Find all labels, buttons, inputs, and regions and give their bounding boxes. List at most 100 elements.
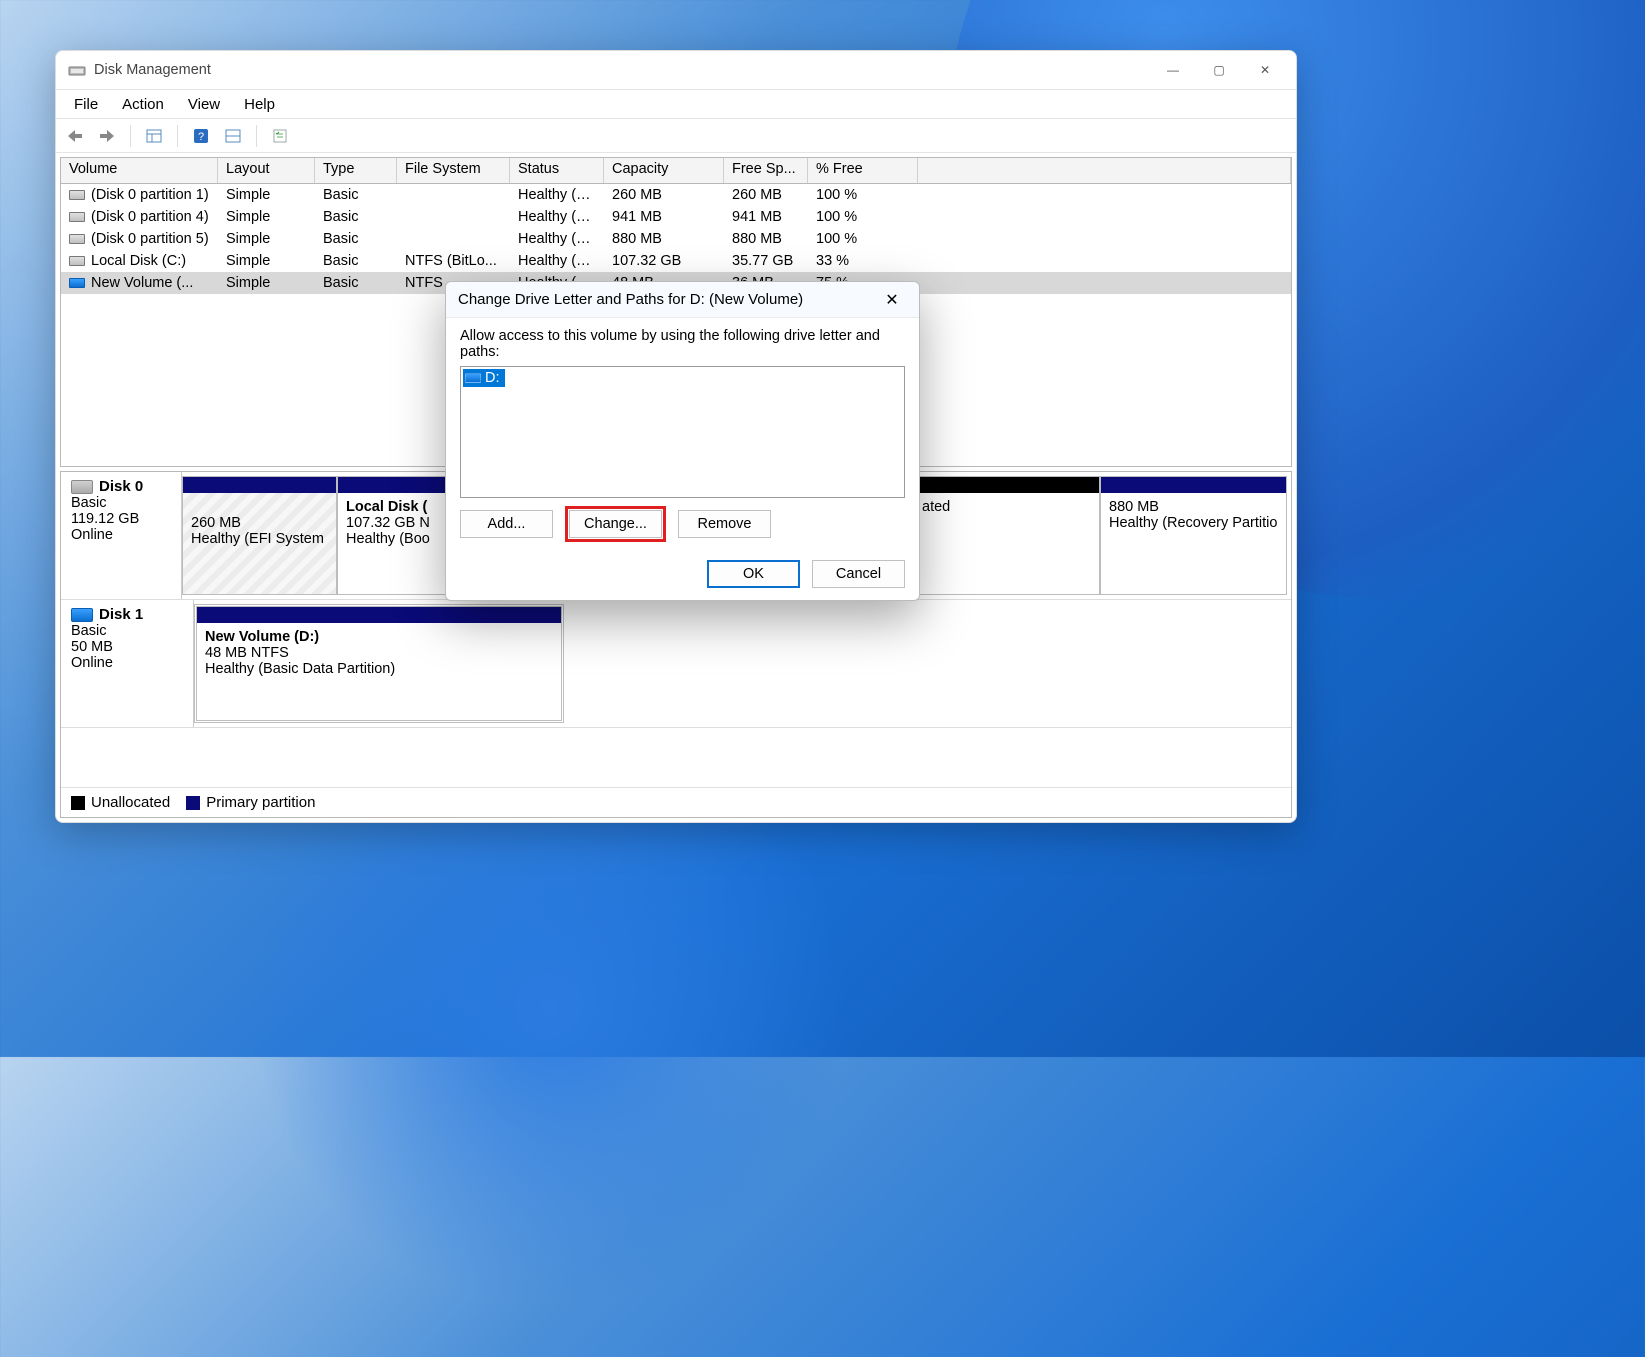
cell: Simple [218, 208, 315, 226]
partition-body: New Volume (D:)48 MB NTFSHealthy (Basic … [197, 623, 561, 720]
disk-status: Online [71, 655, 183, 671]
menu-view[interactable]: View [176, 92, 232, 117]
drive-letter-list[interactable]: D: [460, 366, 905, 498]
cell: Basic [315, 186, 397, 204]
col-layout[interactable]: Layout [218, 158, 315, 183]
cell: Simple [218, 252, 315, 270]
add-button[interactable]: Add... [460, 510, 553, 538]
partition-body: ated [914, 493, 1099, 594]
cell: Basic [315, 208, 397, 226]
partition-header-bar [914, 477, 1099, 493]
col-status[interactable]: Status [510, 158, 604, 183]
volume-row[interactable]: Local Disk (C:)SimpleBasicNTFS (BitLo...… [61, 250, 1291, 272]
titlebar[interactable]: Disk Management — ▢ ✕ [56, 51, 1296, 89]
cell: 941 MB [604, 208, 724, 226]
partition[interactable]: New Volume (D:)48 MB NTFSHealthy (Basic … [194, 604, 564, 723]
partition-body: 260 MBHealthy (EFI System [183, 493, 336, 594]
cell: Simple [218, 274, 315, 292]
cell: Healthy (R... [510, 208, 604, 226]
drive-icon [465, 373, 481, 383]
menubar: File Action View Help [56, 89, 1296, 119]
col-type[interactable]: Type [315, 158, 397, 183]
partition[interactable]: 880 MBHealthy (Recovery Partitio [1100, 476, 1287, 595]
drive-letter-item-selected[interactable]: D: [463, 369, 505, 387]
volume-row[interactable]: (Disk 0 partition 4)SimpleBasic Healthy (… [61, 206, 1291, 228]
menu-action[interactable]: Action [110, 92, 176, 117]
partition-body: 880 MBHealthy (Recovery Partitio [1101, 493, 1286, 594]
partition[interactable]: 260 MBHealthy (EFI System [182, 476, 337, 595]
disk-name: Disk 0 [99, 478, 143, 495]
cell: (Disk 0 partition 5) [61, 230, 218, 248]
cell: 880 MB [724, 230, 808, 248]
col-filesystem[interactable]: File System [397, 158, 510, 183]
disk-info-0: Disk 0 Basic 119.12 GB Online [61, 472, 182, 599]
menu-file[interactable]: File [62, 92, 110, 117]
disk-info-1: Disk 1 Basic 50 MB Online [61, 600, 194, 727]
ok-button[interactable]: OK [707, 560, 800, 588]
cell: 33 % [808, 252, 918, 270]
partition-header-bar [1101, 477, 1286, 493]
dialog-titlebar[interactable]: Change Drive Letter and Paths for D: (Ne… [446, 282, 919, 318]
legend-label-unallocated: Unallocated [91, 794, 170, 811]
cell [397, 216, 510, 218]
cell: 880 MB [604, 230, 724, 248]
remove-button[interactable]: Remove [678, 510, 771, 538]
cell: 100 % [808, 208, 918, 226]
forward-button[interactable] [94, 124, 120, 148]
cancel-button[interactable]: Cancel [812, 560, 905, 588]
cell: NTFS (BitLo... [397, 252, 510, 270]
cell: Healthy (B... [510, 252, 604, 270]
disk-icon [71, 608, 93, 622]
disk-1-partitions: New Volume (D:)48 MB NTFSHealthy (Basic … [194, 600, 1291, 727]
maximize-button[interactable]: ▢ [1196, 51, 1242, 89]
partition[interactable]: ated [913, 476, 1100, 595]
disk-type: Basic [71, 623, 183, 639]
disk-row-1[interactable]: Disk 1 Basic 50 MB Online New Volume (D:… [61, 600, 1291, 728]
refresh-panes-button[interactable] [141, 124, 167, 148]
cell: Basic [315, 252, 397, 270]
minimize-button[interactable]: — [1150, 51, 1196, 89]
dialog-title: Change Drive Letter and Paths for D: (Ne… [458, 291, 803, 308]
drive-letter-item-label: D: [485, 370, 500, 386]
toolbar-view-button[interactable] [220, 124, 246, 148]
cell [397, 238, 510, 240]
change-drive-letter-dialog: Change Drive Letter and Paths for D: (Ne… [445, 281, 920, 601]
disk-size: 119.12 GB [71, 511, 171, 527]
cell: Local Disk (C:) [61, 252, 218, 270]
cell: (Disk 0 partition 4) [61, 208, 218, 226]
dialog-close-button[interactable]: ✕ [875, 285, 909, 315]
disk-management-icon [68, 61, 86, 79]
cell: Simple [218, 230, 315, 248]
volume-list-header[interactable]: Volume Layout Type File System Status Ca… [61, 158, 1291, 184]
window-title: Disk Management [94, 62, 211, 78]
partition-header-bar [183, 477, 336, 493]
toolbar-properties-button[interactable] [267, 124, 293, 148]
close-button[interactable]: ✕ [1242, 51, 1288, 89]
disk-icon [71, 480, 93, 494]
change-button[interactable]: Change... [569, 510, 662, 538]
cell: Simple [218, 186, 315, 204]
partition-header-bar [197, 607, 561, 623]
cell: 941 MB [724, 208, 808, 226]
menu-help[interactable]: Help [232, 92, 287, 117]
legend-swatch-unallocated [71, 796, 85, 810]
volume-row[interactable]: (Disk 0 partition 5)SimpleBasicHealthy (… [61, 228, 1291, 250]
disk-name: Disk 1 [99, 606, 143, 623]
disk-size: 50 MB [71, 639, 183, 655]
cell: 100 % [808, 230, 918, 248]
cell: 260 MB [604, 186, 724, 204]
disk-status: Online [71, 527, 171, 543]
legend: Unallocated Primary partition [61, 787, 1291, 817]
toolbar: ? [56, 119, 1296, 153]
help-button[interactable]: ? [188, 124, 214, 148]
cell: Healthy (R... [510, 230, 604, 248]
cell: 35.77 GB [724, 252, 808, 270]
cell: Basic [315, 274, 397, 292]
col-pctfree[interactable]: % Free [808, 158, 918, 183]
volume-row[interactable]: (Disk 0 partition 1)SimpleBasicHealthy (… [61, 184, 1291, 206]
back-button[interactable] [62, 124, 88, 148]
col-capacity[interactable]: Capacity [604, 158, 724, 183]
cell: (Disk 0 partition 1) [61, 186, 218, 204]
col-freespace[interactable]: Free Sp... [724, 158, 808, 183]
col-volume[interactable]: Volume [61, 158, 218, 183]
